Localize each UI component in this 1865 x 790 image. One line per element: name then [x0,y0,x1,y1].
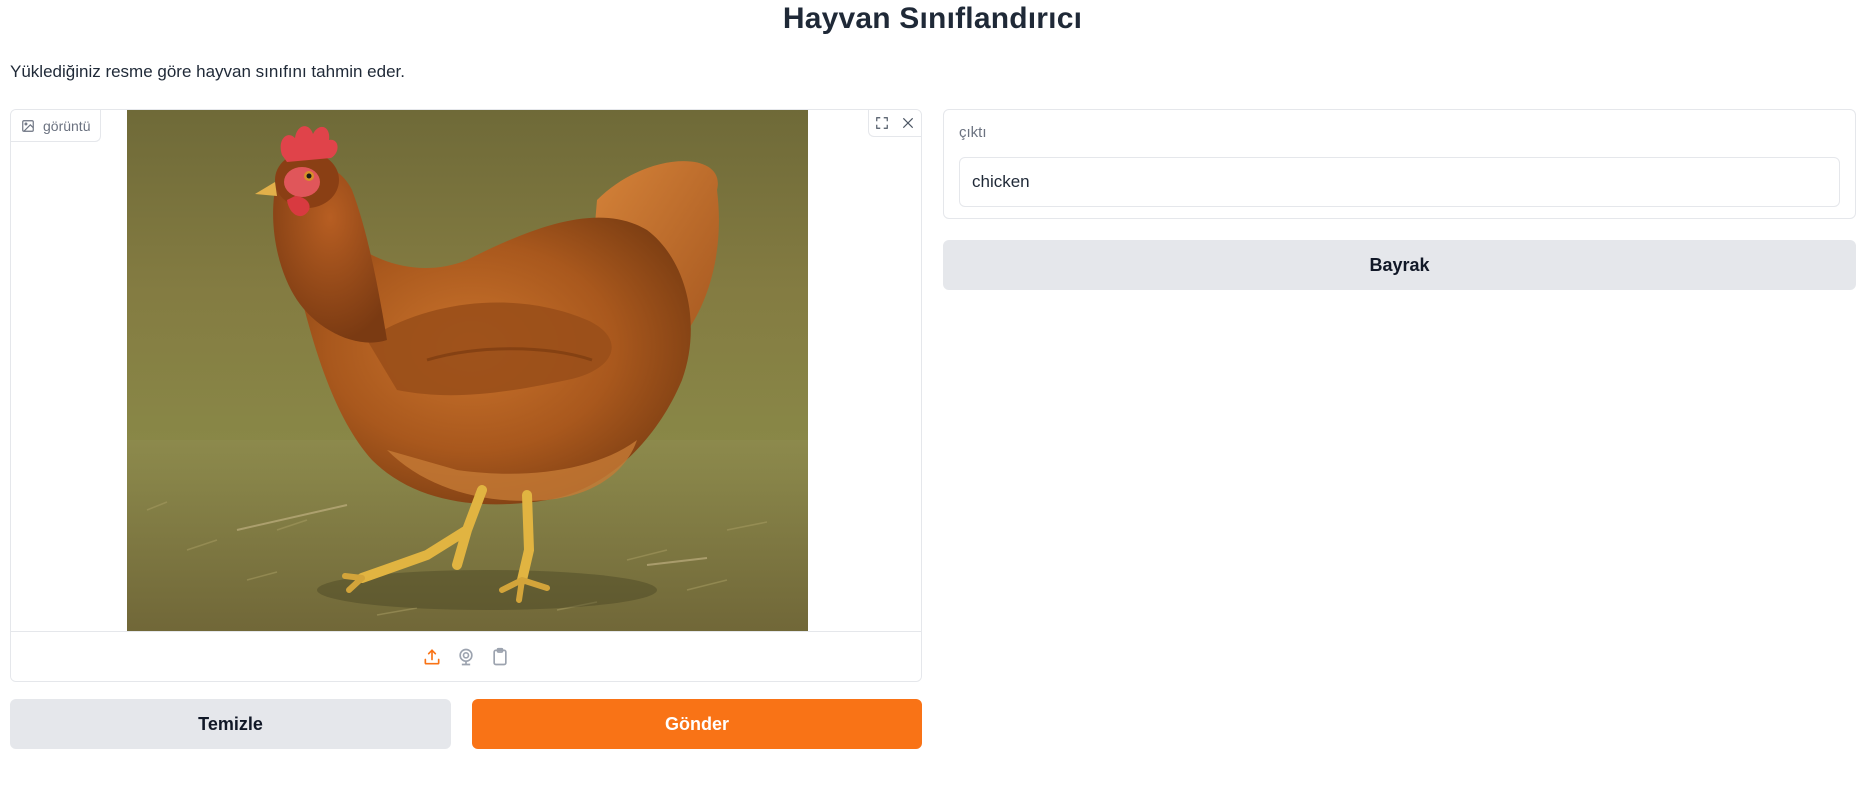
image-corner-toolbar [868,110,921,137]
upload-icon[interactable] [422,647,442,667]
submit-button[interactable]: Gönder [472,699,922,749]
image-input-label: görüntü [11,110,102,142]
flag-button[interactable]: Bayrak [943,240,1856,290]
close-icon[interactable] [895,110,921,136]
clipboard-icon[interactable] [490,647,510,667]
output-panel: çıktı chicken [943,109,1856,219]
image-icon [21,119,35,133]
image-input-label-text: görüntü [43,117,91,134]
fullscreen-icon[interactable] [869,110,895,136]
image-input-panel: görüntü [10,109,922,682]
clear-button[interactable]: Temizle [10,699,451,749]
output-label: çıktı [959,124,987,141]
output-textbox[interactable]: chicken [959,157,1840,207]
app-root: Hayvan Sınıflandırıcı Yüklediğiniz resme… [0,0,1865,790]
image-source-toolbar [11,631,921,681]
page-title: Hayvan Sınıflandırıcı [782,2,1083,35]
page-description: Yüklediğiniz resme göre hayvan sınıfını … [10,62,405,81]
uploaded-image[interactable] [127,110,808,634]
chicken-photo [127,110,808,634]
webcam-icon[interactable] [456,647,476,667]
